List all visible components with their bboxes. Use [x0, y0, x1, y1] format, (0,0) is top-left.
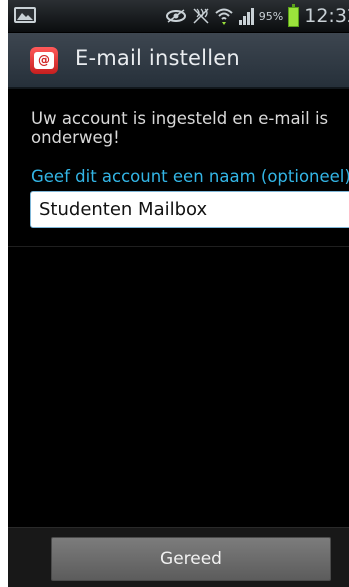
- status-icons: 95% 12:32: [165, 0, 349, 32]
- at-symbol-icon: @: [38, 53, 50, 67]
- phone-screen: 95% 12:32 @ E-mail instellen Uw account …: [8, 0, 349, 587]
- wifi-icon: [215, 8, 233, 25]
- battery-percent: 95%: [258, 9, 284, 23]
- nfc-icon: [193, 8, 209, 24]
- account-name-label: Geef dit account een naam (optioneel): [31, 167, 349, 186]
- bottom-bar: Gereed: [8, 527, 349, 587]
- email-app-icon[interactable]: @: [30, 47, 58, 74]
- image-icon: [14, 7, 36, 23]
- signal-icon: [238, 8, 254, 25]
- clock: 12:32: [304, 5, 349, 27]
- page-title: E-mail instellen: [75, 46, 240, 70]
- done-button[interactable]: Gereed: [51, 537, 331, 581]
- status-bar: 95% 12:32: [8, 0, 349, 33]
- divider: [8, 246, 349, 247]
- setup-message: Uw account is ingesteld en e-mail is ond…: [31, 109, 329, 147]
- account-name-input[interactable]: [30, 191, 349, 228]
- battery-icon: [288, 4, 300, 27]
- title-bar: @ E-mail instellen: [8, 33, 349, 89]
- eye-icon: [165, 9, 186, 23]
